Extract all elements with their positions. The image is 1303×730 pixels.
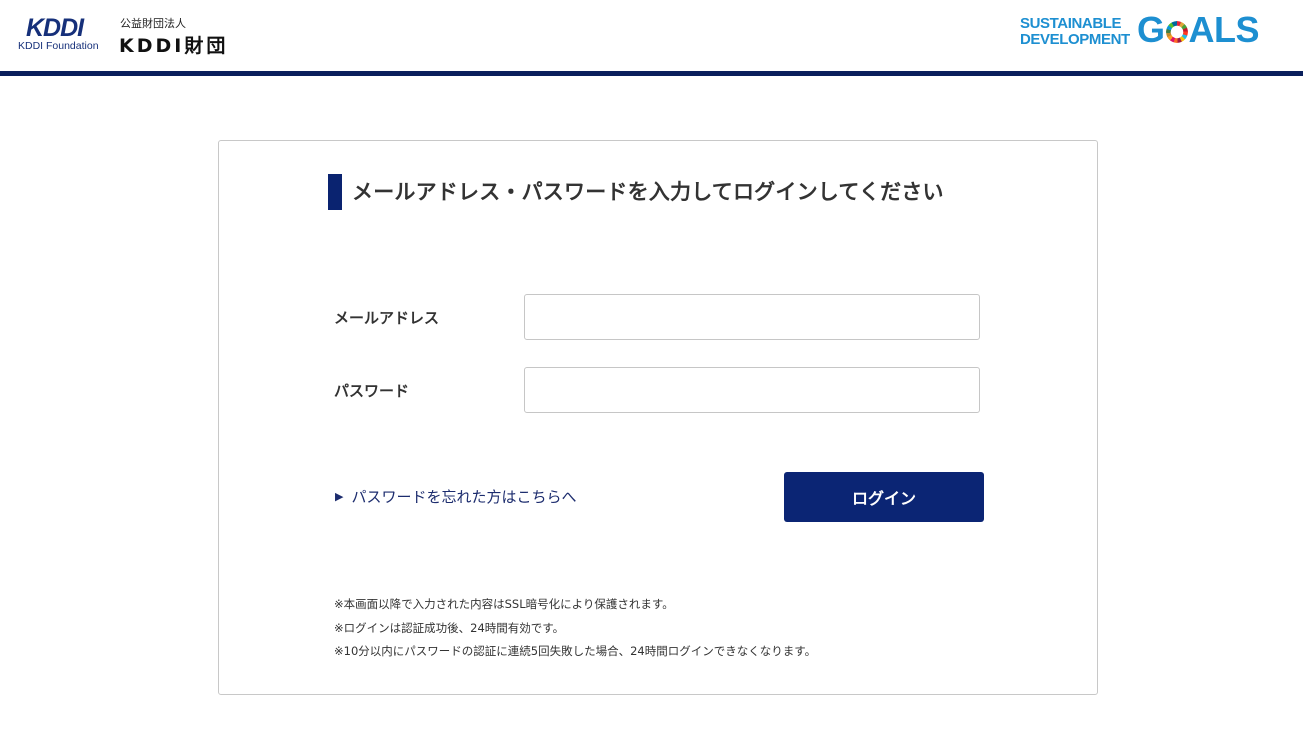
- site-header: KDDI KDDI Foundation 公益財団法人 KDDI財団 SUSTA…: [0, 0, 1303, 71]
- org-type-label: 公益財団法人: [120, 17, 186, 30]
- sdg-logo: SUSTAINABLE DEVELOPMENT G ALS: [1020, 9, 1265, 50]
- header-divider-bar: [0, 71, 1303, 76]
- note-ssl: ※本画面以降で入力された内容はSSL暗号化により保護されます。: [334, 597, 674, 611]
- password-field[interactable]: [524, 367, 980, 413]
- sdg-logo-line2: DEVELOPMENT: [1020, 31, 1130, 48]
- email-field[interactable]: [524, 294, 980, 340]
- login-button[interactable]: ログイン: [784, 472, 984, 522]
- sdg-goals-wordmark: G ALS: [1137, 9, 1260, 50]
- forgot-password-text[interactable]: パスワードを忘れた方はこちらへ: [351, 488, 576, 506]
- sdg-logo-line1: SUSTAINABLE: [1020, 15, 1122, 32]
- sdg-goals-g: G: [1137, 9, 1165, 50]
- kddi-logo-subtitle: KDDI Foundation: [18, 40, 99, 52]
- forgot-password-link[interactable]: ▶ パスワードを忘れた方はこちらへ: [335, 486, 576, 507]
- org-name: KDDI財団: [119, 35, 229, 57]
- kddi-foundation-logo[interactable]: KDDI KDDI Foundation: [18, 14, 102, 54]
- password-label: パスワード: [334, 382, 410, 400]
- note-session: ※ログインは認証成功後、24時間有効です。: [334, 621, 565, 635]
- page-title: メールアドレス・パスワードを入力してログインしてください: [352, 180, 944, 204]
- kddi-logo-mark: KDDI: [26, 14, 84, 42]
- note-lockout: ※10分以内にパスワードの認証に連続5回失敗した場合、24時間ログインできなくな…: [334, 644, 817, 658]
- title-accent-bar: [328, 174, 342, 210]
- email-label: メールアドレス: [334, 309, 440, 327]
- sdg-goals-rest: ALS: [1188, 9, 1260, 50]
- sdg-wheel-icon: [1165, 21, 1188, 43]
- triangle-right-icon: ▶: [335, 490, 344, 503]
